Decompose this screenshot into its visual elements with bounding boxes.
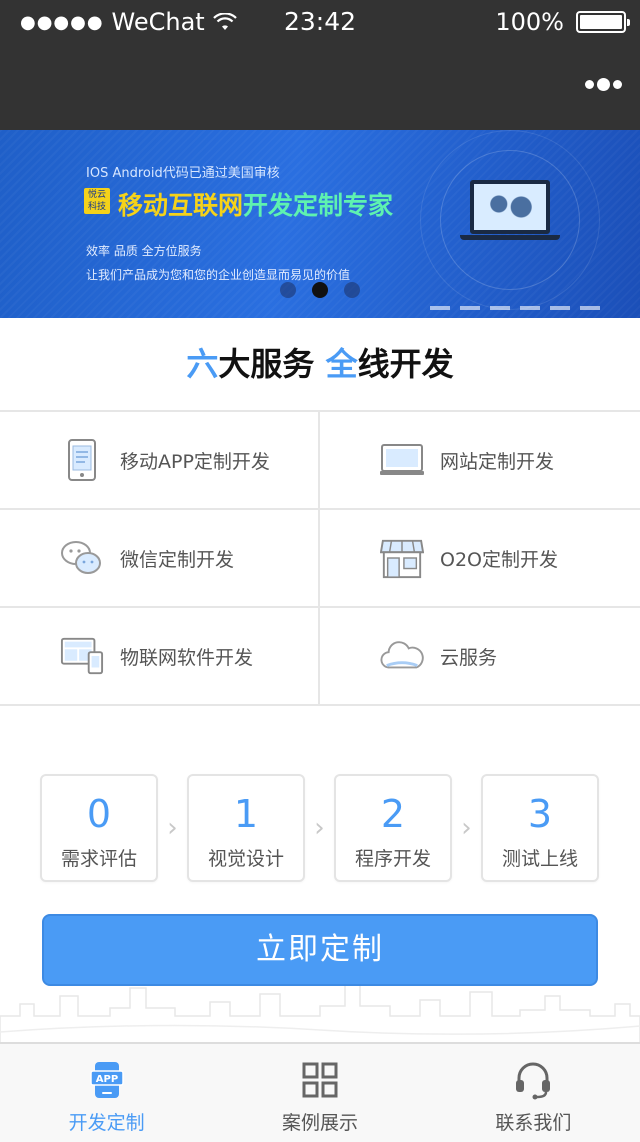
storefront-icon — [380, 536, 424, 580]
status-right: 100% — [495, 8, 630, 36]
battery-icon — [576, 11, 630, 33]
chevron-right-icon: › — [461, 813, 472, 843]
services-title: 六大服务 全线开发 — [0, 318, 640, 410]
service-label: 网站定制开发 — [440, 450, 555, 473]
monitor-icon — [380, 438, 424, 482]
title-text: 线开发 — [357, 345, 454, 383]
banner-subtitle: IOS Android代码已通过美国审核 — [86, 166, 280, 181]
svg-text:APP: APP — [95, 1074, 117, 1085]
step-card[interactable]: 1 视觉设计 — [187, 774, 305, 882]
more-options-button[interactable] — [585, 78, 622, 91]
battery-percent: 100% — [495, 8, 564, 36]
banner-carousel[interactable]: IOS Android代码已通过美国审核 悦云科技 移动互联网开发定制专家 效率… — [0, 130, 640, 318]
pager-dot[interactable] — [280, 282, 296, 298]
cloud-icon — [380, 634, 424, 678]
banner-headline: 移动互联网开发定制专家 — [118, 186, 393, 222]
headset-icon — [427, 1058, 640, 1102]
laptop-illustration — [460, 180, 560, 240]
more-dot-icon — [597, 78, 610, 91]
service-label: 云服务 — [440, 646, 498, 669]
nav-bar — [0, 44, 640, 130]
banner-mini-icons — [430, 306, 600, 310]
grid-icon — [213, 1058, 426, 1102]
devices-icon — [60, 634, 104, 678]
service-label: O2O定制开发 — [440, 548, 558, 571]
step-number: 3 — [527, 792, 553, 836]
step-label: 测试上线 — [501, 848, 578, 870]
banner-tagline: 效率 品质 全方位服务 — [86, 244, 202, 258]
status-bar: ●●●●● WeChat 23:42 100% — [0, 0, 640, 44]
phone-icon — [60, 438, 104, 482]
service-label: 微信定制开发 — [120, 548, 235, 571]
chevron-right-icon: › — [314, 813, 325, 843]
banner-logo: 悦云科技 — [84, 188, 110, 214]
tab-develop[interactable]: APP 开发定制 — [0, 1044, 213, 1142]
step-number: 2 — [380, 792, 406, 836]
service-mobile-app[interactable]: 移动APP定制开发 — [0, 412, 320, 508]
more-dot-icon — [613, 80, 622, 89]
banner-headline-part1: 移动互联网 — [118, 191, 244, 220]
service-wechat[interactable]: 微信定制开发 — [0, 510, 320, 606]
service-label: 物联网软件开发 — [120, 646, 254, 669]
step-number: 1 — [233, 792, 259, 836]
tab-label: 开发定制 — [68, 1112, 145, 1134]
step-label: 程序开发 — [354, 848, 431, 870]
wechat-icon — [60, 536, 104, 580]
step-card[interactable]: 3 测试上线 — [481, 774, 599, 882]
service-iot[interactable]: 物联网软件开发 — [0, 608, 320, 704]
step-label: 视觉设计 — [207, 848, 284, 870]
app-icon: APP — [0, 1058, 213, 1102]
service-cloud[interactable]: 云服务 — [320, 608, 640, 704]
banner-headline-part2: 开发定制专家 — [243, 191, 394, 220]
step-label: 需求评估 — [60, 848, 137, 870]
more-dot-icon — [585, 80, 594, 89]
carousel-pager — [0, 282, 640, 298]
pager-dot-active[interactable] — [312, 282, 328, 298]
tab-label: 案例展示 — [281, 1112, 358, 1134]
title-accent: 全 — [325, 345, 358, 383]
step-number: 0 — [86, 792, 112, 836]
service-website[interactable]: 网站定制开发 — [320, 412, 640, 508]
pager-dot[interactable] — [344, 282, 360, 298]
bottom-tab-bar: APP 开发定制 案例展示 联系我们 — [0, 1042, 640, 1142]
service-o2o[interactable]: O2O定制开发 — [320, 510, 640, 606]
chevron-right-icon: › — [167, 813, 178, 843]
title-accent: 六 — [186, 345, 219, 383]
tab-contact[interactable]: 联系我们 — [427, 1044, 640, 1142]
service-label: 移动APP定制开发 — [120, 450, 270, 473]
step-card[interactable]: 0 需求评估 — [40, 774, 158, 882]
title-text: 大服务 — [218, 345, 326, 383]
services-grid: 移动APP定制开发 网站定制开发 微信定制开发 O2O定制开发 物联网软件开发 … — [0, 410, 640, 706]
customize-now-button[interactable]: 立即定制 — [42, 914, 598, 986]
tab-label: 联系我们 — [495, 1112, 572, 1134]
tab-cases[interactable]: 案例展示 — [213, 1044, 426, 1142]
banner-description: 让我们产品成为您和您的企业创造显而易见的价值 — [86, 268, 351, 282]
step-card[interactable]: 2 程序开发 — [334, 774, 452, 882]
process-steps: 0 需求评估 › 1 视觉设计 › 2 程序开发 › 3 测试上线 — [40, 774, 600, 882]
